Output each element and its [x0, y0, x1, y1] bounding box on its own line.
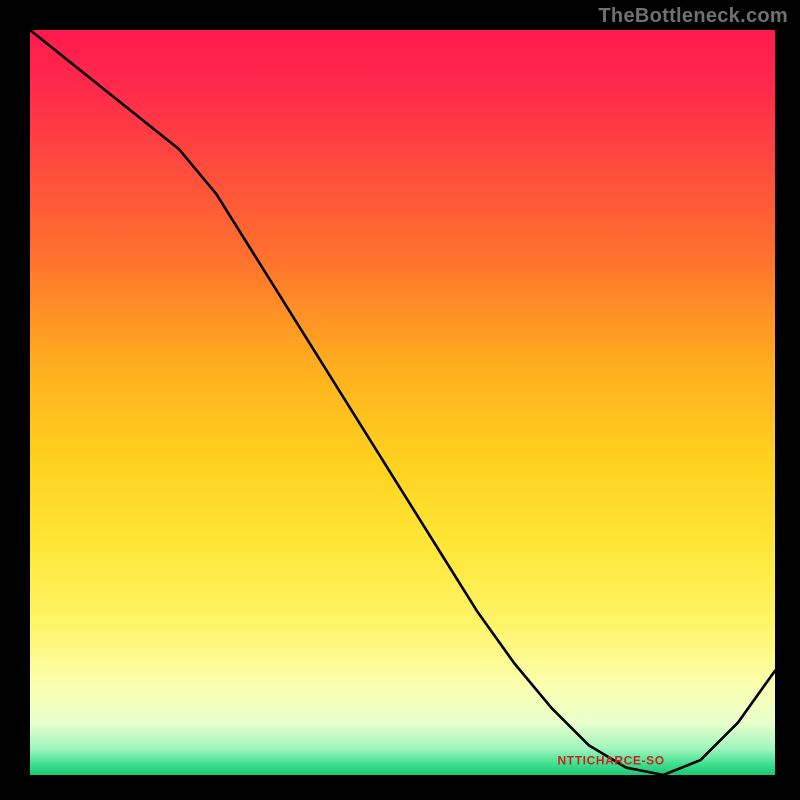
watermark-text: TheBottleneck.com — [598, 5, 788, 28]
plot-background — [30, 30, 775, 775]
bottleneck-chart: NTTICHARCE-SO — [0, 0, 800, 800]
chart-annotation: NTTICHARCE-SO — [558, 754, 665, 768]
